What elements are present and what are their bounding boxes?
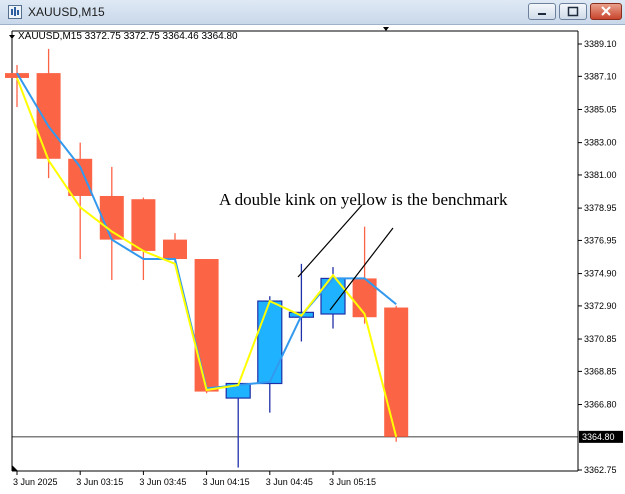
chart-corner-marker [12,465,18,471]
candle-body [68,158,93,196]
title-bar[interactable]: XAUUSD,M15 [0,0,625,25]
y-tick-label: 3387.10 [584,71,617,81]
symbol-info-line: XAUUSD,M15 3372.75 3372.75 3364.46 3364.… [18,31,238,42]
candle-body [163,239,187,260]
maximize-icon [567,6,579,17]
x-tick-label: 3 Jun 03:45 [139,477,186,487]
y-tick-label: 3372.90 [584,301,617,311]
y-tick-label: 3362.75 [584,465,617,475]
y-tick-label: 3366.80 [584,400,617,410]
close-button[interactable] [590,3,622,20]
info-dropdown-icon[interactable] [9,35,15,39]
x-tick-label: 3 Jun 04:15 [203,477,250,487]
chart-window: XAUUSD,M15 3389.10 3387.10 3385.05 3383.00 3… [0,0,625,494]
annotation-arrow-left [297,204,363,278]
minimize-icon [538,13,546,15]
candle-body [131,199,156,251]
candle-body [320,277,346,315]
current-price-label: 3364.80 [582,432,615,442]
price-chart[interactable]: 3389.10 3387.10 3385.05 3383.00 3381.00 3378.… [0,25,625,494]
candle-body [384,307,409,437]
y-tick-label: 3368.85 [584,366,617,376]
chart-annotation: A double kink on yellow is the benchmark [219,190,508,209]
window-title: XAUUSD,M15 [28,5,105,19]
y-tick-label: 3374.90 [584,269,617,279]
y-tick-label: 3385.05 [584,104,617,114]
y-tick-label: 3389.10 [584,39,617,49]
x-tick-label: 3 Jun 05:15 [329,477,376,487]
candle-body [257,300,283,385]
y-tick-label: 3370.85 [584,334,617,344]
maximize-button[interactable] [559,3,587,20]
candle-body [36,73,61,159]
x-tick-label: 3 Jun 03:15 [76,477,123,487]
minimize-button[interactable] [528,3,556,20]
y-tick-label: 3378.95 [584,203,617,213]
chart-shift-marker [383,27,389,31]
chart-window-icon [8,5,22,19]
chart-area[interactable]: 3389.10 3387.10 3385.05 3383.00 3381.00 3378.… [0,25,625,494]
x-tick-label: 3 Jun 2025 [13,477,58,487]
x-tick-label: 3 Jun 04:45 [266,477,313,487]
y-tick-label: 3381.00 [584,170,617,180]
y-tick-label: 3376.95 [584,235,617,245]
candle-body [194,259,219,392]
close-icon [601,6,611,16]
y-tick-label: 3383.00 [584,138,617,148]
